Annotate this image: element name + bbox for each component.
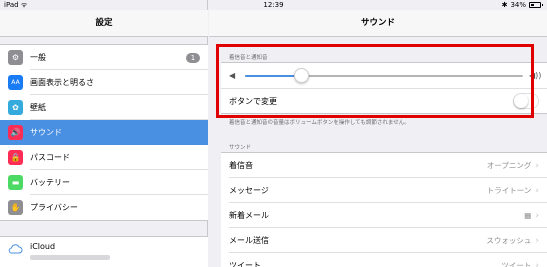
sounds-section-header: サウンド — [229, 145, 252, 151]
status-right: ✱ 34% — [501, 0, 543, 10]
volume-slider-row: ◀ ◀)) — [221, 63, 547, 88]
sidebar-item-label: バッテリー — [30, 178, 70, 187]
sound-row-value: オープニング — [486, 161, 532, 170]
settings-sidebar: 設定 ⚙ 一般 1 AA 画面表示と明るさ ✿ 壁紙 🔊 サウンド 🔒 パスコード ▬ バッテリー ✋ プラ… — [0, 0, 208, 267]
cloud-icon — [8, 241, 23, 256]
account-email-redacted — [30, 255, 110, 260]
sounds-group: 着信音 オープニング › メッセージ トライトーン › 新着メール ▦ › メール送信 スウォッシュ… — [221, 152, 547, 267]
bluetooth-icon: ✱ — [501, 1, 508, 9]
sound-row[interactable]: ツイート ツイート › — [221, 253, 547, 267]
sidebar-item-icloud[interactable]: iCloud — [0, 237, 208, 256]
chevron-right-icon: › — [535, 160, 539, 171]
sound-row[interactable]: メッセージ トライトーン › — [221, 178, 547, 203]
sidebar-item-label: パスコード — [30, 153, 70, 162]
sound-row-value: トライトーン — [486, 186, 532, 195]
sound-row-value-wrap: オープニング › — [487, 160, 539, 171]
wallpaper-icon: ✿ — [8, 100, 23, 115]
ringer-group: ◀ ◀)) ボタンで変更 — [221, 62, 547, 114]
sound-settings-pane: サウンド 着信音と通知音 ◀ ◀)) ボタンで変更 着信音と通知音の音量はボリュ… — [209, 0, 547, 267]
volume-fill — [245, 74, 301, 77]
sidebar-item[interactable]: ⚙ 一般 1 — [0, 45, 208, 70]
sound-row-value: ツイート — [501, 261, 532, 267]
page-title: サウンド — [360, 18, 395, 28]
sound-row-value: ▦ — [524, 211, 532, 220]
sidebar-item[interactable]: ▬ バッテリー — [0, 170, 208, 195]
sidebar-item[interactable]: 🔒 パスコード — [0, 145, 208, 170]
chevron-right-icon: › — [535, 185, 539, 196]
sound-row-label: メッセージ — [229, 186, 269, 195]
sound-row[interactable]: メール送信 スウォッシュ › — [221, 228, 547, 253]
battery-icon: ▬ — [8, 175, 23, 190]
status-time: 12:39 — [263, 1, 284, 9]
display-icon: AA — [8, 75, 23, 90]
sidebar-account-group: iCloud — [0, 236, 208, 267]
volume-slider[interactable] — [245, 67, 523, 83]
change-with-buttons-row: ボタンで変更 — [221, 88, 547, 113]
sidebar-item-label: 画面表示と明るさ — [30, 78, 94, 87]
sound-row-value-wrap: ツイート › — [501, 260, 539, 267]
sidebar-item-label: 一般 — [30, 53, 46, 62]
ringer-footer-note: 着信音と通知音の音量はボリュームボタンを操作しても調節されません。 — [229, 120, 410, 126]
status-bar: iPad ᯤ 12:39 ✱ 34% — [0, 0, 547, 10]
sound-row-value-wrap: トライトーン › — [487, 185, 539, 196]
chevron-right-icon: › — [535, 260, 539, 267]
sound-row-value-wrap: ▦ › — [524, 211, 539, 221]
speaker-low-icon: ◀ — [229, 71, 236, 80]
sidebar-item-label: サウンド — [30, 128, 62, 137]
lock-icon: 🔒 — [8, 150, 23, 165]
sound-row-label: ツイート — [229, 261, 261, 267]
sound-row-label: メール送信 — [229, 236, 269, 245]
notification-badge: 1 — [186, 52, 200, 63]
sidebar-item[interactable]: ✋ プライバシー — [0, 195, 208, 220]
sidebar-item[interactable]: ✿ 壁紙 — [0, 95, 208, 120]
ringer-section-header: 着信音と通知音 — [229, 55, 268, 61]
sound-row[interactable]: 着信音 オープニング › — [221, 153, 547, 178]
volume-slider-thumb[interactable] — [293, 67, 309, 83]
toggle-knob — [514, 94, 528, 108]
battery-icon — [529, 2, 543, 8]
sound-row-label: 新着メール — [229, 211, 269, 220]
change-with-buttons-toggle[interactable] — [513, 93, 539, 109]
sidebar-item-label: プライバシー — [30, 203, 78, 212]
sidebar-item[interactable]: AA 画面表示と明るさ — [0, 70, 208, 95]
hand-icon: ✋ — [8, 200, 23, 215]
sidebar-title: 設定 — [95, 18, 113, 28]
sidebar-header: 設定 — [0, 10, 208, 37]
sound-row-label: 着信音 — [229, 161, 253, 170]
gear-icon: ⚙ — [8, 50, 23, 65]
sidebar-item-label: iCloud — [30, 242, 56, 251]
chevron-right-icon: › — [535, 210, 539, 221]
sidebar-list: ⚙ 一般 1 AA 画面表示と明るさ ✿ 壁紙 🔊 サウンド 🔒 パスコード ▬ バッテリー ✋ プライバシ… — [0, 44, 208, 221]
sidebar-item-label: 壁紙 — [30, 103, 46, 112]
sidebar-item[interactable]: 🔊 サウンド — [0, 120, 208, 145]
ipad-settings-screen: 設定 ⚙ 一般 1 AA 画面表示と明るさ ✿ 壁紙 🔊 サウンド 🔒 パスコード ▬ バッテリー ✋ プラ… — [0, 0, 547, 267]
sound-row-value: スウォッシュ — [486, 236, 532, 245]
detail-header: サウンド — [209, 10, 547, 37]
speaker-icon: 🔊 — [8, 125, 23, 140]
chevron-right-icon: › — [535, 235, 539, 246]
speaker-high-icon: ◀)) — [529, 71, 542, 80]
sound-row[interactable]: 新着メール ▦ › — [221, 203, 547, 228]
battery-percent: 34% — [510, 1, 526, 9]
change-with-buttons-label: ボタンで変更 — [229, 96, 277, 106]
sound-row-value-wrap: スウォッシュ › — [486, 235, 539, 246]
